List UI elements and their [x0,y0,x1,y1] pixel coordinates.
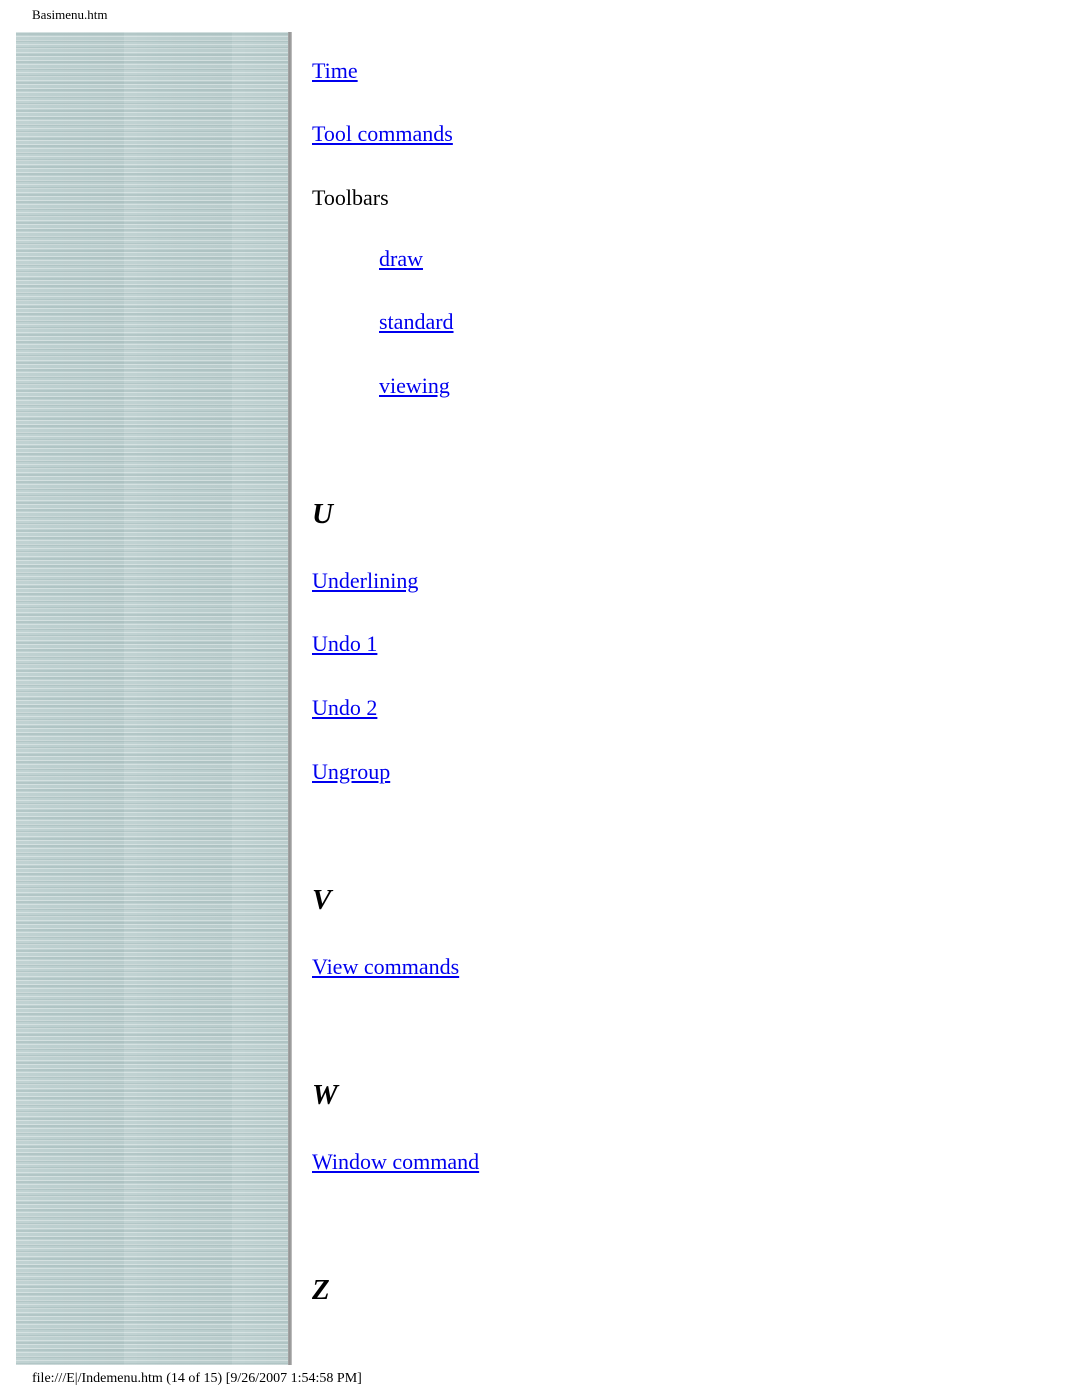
toolbars-label: Toolbars [312,185,389,210]
link-ungroup[interactable]: Ungroup [312,759,390,785]
link-undo-2[interactable]: Undo 2 [312,695,377,721]
link-window-command[interactable]: Window command [312,1149,479,1175]
link-view-commands[interactable]: View commands [312,954,459,980]
link-tool-commands[interactable]: Tool commands [312,121,453,147]
section-letter-v: V [312,884,332,916]
link-time[interactable]: Time [312,58,358,84]
page-header-title: Basimenu.htm [32,7,108,22]
link-toolbar-standard[interactable]: standard [379,309,454,335]
page-footer: file:///E|/Indemenu.htm (14 of 15) [9/26… [32,1371,362,1386]
section-letter-w: W [312,1079,338,1111]
link-underlining[interactable]: Underlining [312,568,418,594]
section-letter-z: Z [312,1274,330,1306]
sidebar-texture-panel [16,32,288,1365]
link-toolbar-viewing[interactable]: viewing [379,373,450,399]
sidebar-divider [288,32,292,1365]
link-undo-1[interactable]: Undo 1 [312,631,377,657]
link-toolbar-draw[interactable]: draw [379,246,423,272]
section-letter-u: U [312,498,333,530]
